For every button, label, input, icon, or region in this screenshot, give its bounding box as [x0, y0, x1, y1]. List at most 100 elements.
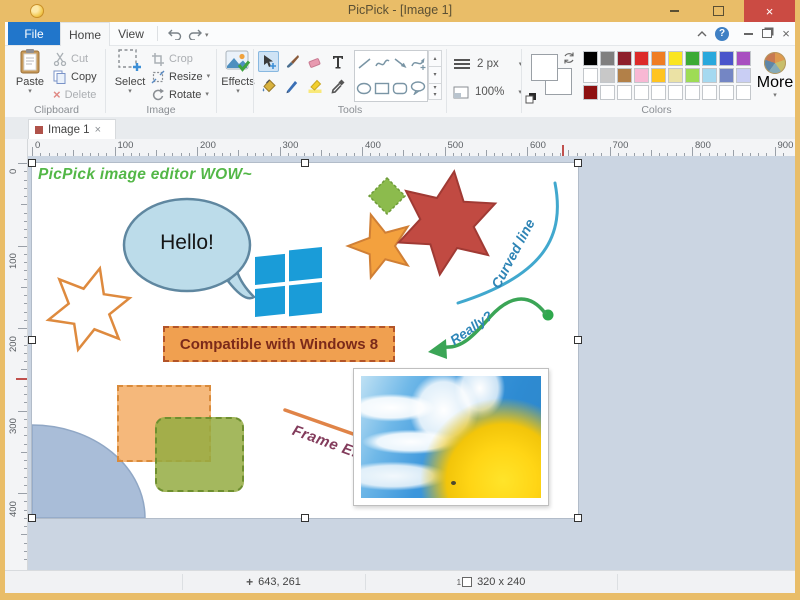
rotate-button[interactable]: Rotate ▾	[151, 86, 209, 103]
color-swatch-0-0[interactable]	[583, 51, 598, 66]
tool-fill[interactable]	[258, 75, 279, 96]
color-swatch-0-9[interactable]	[736, 51, 751, 66]
color-swatch-2-5[interactable]	[668, 85, 683, 100]
effects-button[interactable]: Effects ▾	[219, 48, 257, 112]
color-swatch-1-8[interactable]	[719, 68, 734, 83]
child-close-button[interactable]: ×	[777, 26, 795, 41]
green-arrowhead	[428, 339, 447, 359]
tab-home[interactable]: Home	[60, 22, 110, 46]
color-swatch-0-8[interactable]	[719, 51, 734, 66]
paste-button[interactable]: Paste ▾	[11, 48, 49, 112]
ruler-tick	[692, 147, 693, 156]
document-tab-close-icon[interactable]: ×	[95, 124, 101, 136]
collapse-ribbon-button[interactable]	[693, 26, 711, 41]
selection-handle[interactable]	[574, 336, 582, 344]
color-swatch-2-9[interactable]	[736, 85, 751, 100]
color-swatch-1-0[interactable]	[583, 68, 598, 83]
color-swatch-2-3[interactable]	[634, 85, 649, 100]
shape-arrow[interactable]	[391, 51, 409, 76]
tool-highlighter[interactable]	[304, 75, 325, 96]
shape-curved-arrow[interactable]	[409, 51, 427, 76]
tool-select-move[interactable]	[258, 51, 279, 72]
color-swatch-1-9[interactable]	[736, 68, 751, 83]
shapes-scroll-down[interactable]: ▾	[428, 67, 442, 83]
selection-handle[interactable]	[28, 514, 36, 522]
color-swatch-0-7[interactable]	[702, 51, 717, 66]
select-button[interactable]: Select ▾	[111, 48, 149, 112]
foreground-background-colors[interactable]	[525, 50, 579, 106]
close-button[interactable]: ×	[744, 0, 795, 22]
tool-color-picker[interactable]	[327, 75, 348, 96]
default-colors-icon[interactable]	[525, 92, 537, 104]
color-swatch-0-3[interactable]	[634, 51, 649, 66]
shape-ellipse[interactable]	[355, 76, 373, 102]
canvas[interactable]: PicPick image editor WOW~ Hello! Curved …	[32, 163, 578, 518]
color-swatch-1-5[interactable]	[668, 68, 683, 83]
ruler-tick	[527, 147, 528, 156]
shapes-more-button[interactable]: ▾▾	[428, 84, 442, 100]
tool-text[interactable]	[327, 51, 348, 72]
child-restore-button[interactable]	[758, 26, 776, 41]
shape-rounded-rectangle[interactable]	[391, 76, 409, 102]
curve-icon	[375, 57, 390, 70]
help-button[interactable]: ?	[713, 26, 731, 41]
document-tab-image1[interactable]: Image 1 ×	[28, 119, 116, 140]
color-swatch-2-2[interactable]	[617, 85, 632, 100]
delete-button[interactable]: × Delete	[53, 86, 96, 103]
selection-handle[interactable]	[301, 514, 309, 522]
more-colors-button[interactable]: More ▾	[757, 50, 793, 112]
redo-button[interactable]	[185, 25, 205, 42]
redo-icon	[188, 28, 202, 40]
undo-redo-dropdown[interactable]: ▾	[205, 31, 209, 39]
color-swatch-0-1[interactable]	[600, 51, 615, 66]
shape-line[interactable]	[355, 51, 373, 76]
resize-button[interactable]: Resize ▾	[151, 68, 210, 85]
color-swatch-1-7[interactable]	[702, 68, 717, 83]
tool-eraser[interactable]	[304, 51, 325, 72]
selection-handle[interactable]	[28, 336, 36, 344]
ruler-tick	[18, 411, 27, 412]
zoom-control[interactable]: 100% ▾	[453, 82, 522, 102]
ruler-tick	[24, 543, 28, 544]
tool-brush[interactable]	[281, 51, 302, 72]
color-swatch-2-8[interactable]	[719, 85, 734, 100]
selection-handle[interactable]	[301, 159, 309, 167]
color-swatch-0-4[interactable]	[651, 51, 666, 66]
selection-handle[interactable]	[574, 159, 582, 167]
shape-curve[interactable]	[373, 51, 391, 76]
cut-button[interactable]: Cut	[53, 50, 88, 67]
tab-file[interactable]: File	[8, 22, 60, 45]
line-icon	[357, 57, 372, 70]
color-swatch-1-3[interactable]	[634, 68, 649, 83]
tab-view[interactable]: View	[108, 22, 154, 45]
color-swatch-2-0[interactable]	[583, 85, 598, 100]
color-swatch-2-6[interactable]	[685, 85, 700, 100]
color-swatch-2-4[interactable]	[651, 85, 666, 100]
color-swatch-1-2[interactable]	[617, 68, 632, 83]
color-swatch-1-1[interactable]	[600, 68, 615, 83]
color-swatch-0-6[interactable]	[685, 51, 700, 66]
shape-balloon[interactable]	[409, 76, 427, 102]
foreground-color-swatch[interactable]	[531, 54, 558, 81]
copy-button[interactable]: Copy	[53, 68, 97, 85]
swap-colors-icon[interactable]	[563, 52, 575, 64]
image-group-label: Image	[106, 104, 216, 116]
maximize-button[interactable]	[696, 0, 740, 22]
undo-button[interactable]	[165, 25, 185, 42]
daisy-photo	[361, 376, 541, 498]
color-swatch-1-6[interactable]	[685, 68, 700, 83]
color-swatch-1-4[interactable]	[651, 68, 666, 83]
line-width-control[interactable]: 2 px ▾	[453, 54, 522, 74]
minimize-button[interactable]	[652, 0, 696, 22]
shapes-scroll-up[interactable]: ▴	[428, 50, 442, 67]
color-swatch-0-2[interactable]	[617, 51, 632, 66]
shape-rectangle[interactable]	[373, 76, 391, 102]
child-minimize-button[interactable]	[739, 26, 757, 41]
color-swatch-2-1[interactable]	[600, 85, 615, 100]
color-swatch-0-5[interactable]	[668, 51, 683, 66]
selection-handle[interactable]	[28, 159, 36, 167]
crop-button[interactable]: Crop	[151, 50, 193, 67]
tool-pen[interactable]	[281, 75, 302, 96]
color-swatch-2-7[interactable]	[702, 85, 717, 100]
selection-handle[interactable]	[574, 514, 582, 522]
